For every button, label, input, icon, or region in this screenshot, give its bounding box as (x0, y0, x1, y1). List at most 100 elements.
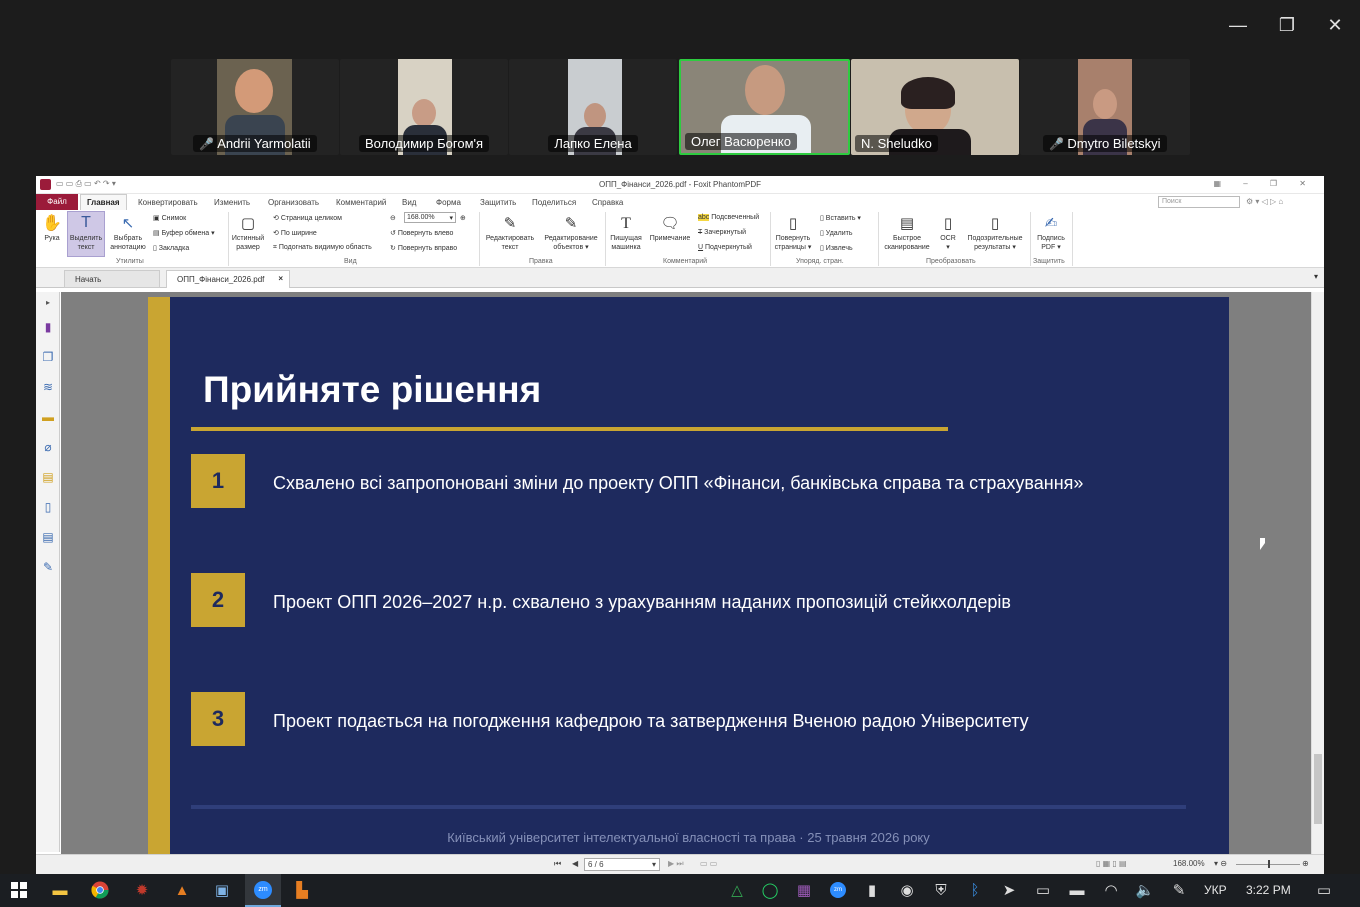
zoom-in-icon[interactable]: ⊕ (1302, 859, 1309, 868)
page-layout-icons[interactable]: ▯ ▦ ▯ ▤ (1096, 859, 1127, 868)
fit-visible-button[interactable]: ⌗ Подогнать видимую область (273, 244, 372, 252)
zoom-in-icon[interactable]: ⊕ (460, 214, 466, 222)
app-red-icon[interactable]: ✹ (130, 878, 154, 902)
remote-app-icon[interactable]: ▣ (210, 878, 234, 902)
strikeout-button[interactable]: T Зачеркнутый (698, 229, 746, 236)
sublime-icon[interactable]: ▙ (290, 878, 314, 902)
input-language-indicator[interactable]: УКР (1204, 883, 1227, 897)
sign-pdf-button[interactable]: ✍ Подпись PDF ▾ (1033, 214, 1069, 252)
note-button[interactable]: 🗨 Примечание (647, 214, 693, 243)
fit-page-button[interactable]: ⟲ Страница целиком (273, 214, 342, 222)
first-page-icon[interactable]: ⏮ (554, 859, 561, 869)
hand-tool-button[interactable]: ✋ Рука (40, 214, 64, 243)
comments-icon[interactable]: ▬ (41, 410, 55, 424)
tab-organize[interactable]: Организовать (268, 198, 319, 207)
clipboard-button[interactable]: ▤ Буфер обмена ▾ (153, 229, 215, 237)
bluetooth-tray-icon[interactable]: ᛒ (963, 878, 987, 902)
participant-tile-active-speaker[interactable]: Олег Васюренко (679, 59, 850, 155)
document-canvas[interactable]: Прийняте рішення 1 Схвалено всі запропон… (61, 292, 1311, 859)
participant-tile[interactable]: 🎤 Dmytro Biletskyi (1020, 59, 1190, 155)
expand-panel-icon[interactable]: ▸ (41, 296, 55, 310)
chrome-icon[interactable] (88, 878, 112, 902)
select-text-button[interactable]: T Выделить текст (67, 211, 105, 257)
battery-tray-icon[interactable]: ▬ (1065, 878, 1089, 902)
scrollbar-thumb[interactable] (1314, 754, 1322, 824)
status-zoom-value[interactable]: 168.00% (1173, 859, 1205, 868)
close-button[interactable]: ✕ (1320, 10, 1350, 40)
participant-tile[interactable]: Володимир Богом'я (340, 59, 508, 155)
onenote-tray-icon[interactable]: ▦ (792, 878, 816, 902)
select-annotation-button[interactable]: ↖ Выбрать аннотацию (108, 214, 148, 252)
tab-document[interactable]: ОПП_Фінанси_2026.pdf × (166, 270, 290, 288)
pen-tray-icon[interactable]: ✎ (1167, 878, 1191, 902)
signatures-icon[interactable]: ▯ (41, 500, 55, 514)
google-drive-tray-icon[interactable]: △ (725, 878, 749, 902)
participant-tile[interactable]: Лапко Елена (509, 59, 677, 155)
notifications-icon[interactable]: ▭ (1312, 878, 1336, 902)
edit-text-button[interactable]: ✎ Редактировать текст (483, 214, 537, 252)
tab-form[interactable]: Форма (436, 198, 461, 207)
snapshot-button[interactable]: ▣ Снимок (153, 214, 186, 222)
meet-tray-icon[interactable]: ▭ (1031, 878, 1055, 902)
edit-objects-button[interactable]: ✎ Редактирование объектов ▾ (540, 214, 602, 252)
search-input[interactable]: Поиск (1158, 196, 1240, 208)
content-icon[interactable]: ▤ (41, 530, 55, 544)
fit-width-button[interactable]: ⟲ По ширине (273, 229, 317, 237)
tags-icon[interactable]: ✎ (41, 560, 55, 574)
clock[interactable]: 3:22 PM (1246, 883, 1291, 897)
tab-view[interactable]: Вид (402, 198, 416, 207)
participant-tile[interactable]: 🎤 Andrii Yarmolatii (171, 59, 339, 155)
windows-start-icon[interactable] (7, 878, 31, 902)
suspect-results-button[interactable]: ▯ Подозрительные результаты ▾ (964, 214, 1026, 252)
zoom-slider-handle[interactable] (1268, 860, 1270, 868)
settings-icon[interactable]: ⚙ ▾ ◁ ▷ ⌂ (1246, 197, 1283, 206)
volume-tray-icon[interactable]: 🔈 (1133, 878, 1157, 902)
tab-home[interactable]: Главная (80, 194, 127, 210)
file-explorer-icon[interactable]: ▬ (48, 878, 72, 902)
tab-file[interactable]: Файл (36, 194, 78, 210)
vertical-scrollbar[interactable] (1311, 292, 1324, 854)
tab-dropdown-icon[interactable]: ▾ (1314, 272, 1318, 281)
telegram-tray-icon[interactable]: ➤ (997, 878, 1021, 902)
tab-share[interactable]: Поделиться (532, 198, 576, 207)
bookmarks-icon[interactable]: ▮ (41, 320, 55, 334)
delete-pages-button[interactable]: ▯ Удалить (820, 229, 853, 237)
tab-help[interactable]: Справка (592, 198, 623, 207)
app-orange-icon[interactable]: ▲ (170, 878, 194, 902)
pages-icon[interactable]: ❐ (41, 350, 55, 364)
whatsapp-tray-icon[interactable]: ◯ (758, 878, 782, 902)
attachments-icon[interactable]: ⌀ (41, 440, 55, 454)
zoom-out-icon[interactable]: ▾ ⊖ (1214, 859, 1227, 868)
insert-pages-button[interactable]: ▯ Вставить ▾ (820, 214, 861, 222)
extract-pages-button[interactable]: ▯ Извлечь (820, 244, 853, 252)
ocr-button[interactable]: ▯ OCR ▾ (936, 214, 960, 252)
zoom-app-icon[interactable]: zm (245, 874, 281, 907)
actual-size-button[interactable]: ▢ Истинный размер (231, 214, 265, 252)
restore-button[interactable]: ❐ (1272, 10, 1302, 40)
zoom-select[interactable]: 168.00% ▾ (404, 212, 456, 223)
close-tab-icon[interactable]: × (278, 274, 283, 283)
underline-button[interactable]: U Подчеркнутый (698, 244, 752, 251)
rotate-right-button[interactable]: ↻ Повернуть вправо (390, 244, 457, 252)
record-tray-icon[interactable]: ◉ (895, 878, 919, 902)
tab-protect[interactable]: Защитить (480, 198, 516, 207)
tab-comment[interactable]: Комментарий (336, 198, 386, 207)
highlight-button[interactable]: abc Подсвеченный (698, 214, 759, 221)
typewriter-button[interactable]: T Пишущая машинка (608, 214, 644, 252)
bookmark-button[interactable]: ▯ Закладка (153, 244, 189, 252)
layers-icon[interactable]: ≋ (41, 380, 55, 394)
tab-edit[interactable]: Изменить (214, 198, 250, 207)
next-page-icon[interactable]: ▶ ⏭ (668, 859, 684, 869)
rotate-pages-button[interactable]: ▯ Повернуть страницы ▾ (773, 214, 813, 252)
wifi-tray-icon[interactable]: ◠ (1099, 878, 1123, 902)
prev-page-icon[interactable]: ◀ (572, 859, 578, 868)
lock-icon[interactable]: ▤ (41, 470, 55, 484)
zoom-out-icon[interactable]: ⊖ (390, 214, 396, 222)
microphone-tray-icon[interactable]: ▮ (860, 878, 884, 902)
app-window-controls[interactable]: ▦ – ❐ ✕ (1213, 179, 1316, 188)
defender-tray-icon[interactable]: ⛨ (929, 878, 953, 902)
quick-scan-button[interactable]: ▤ Быстрое сканирование (881, 214, 933, 252)
zoom-tray-icon[interactable]: zm (826, 878, 850, 902)
rotate-left-button[interactable]: ↺ Повернуть влево (390, 229, 453, 237)
view-mode-icons[interactable]: ▭ ▭ (700, 859, 717, 868)
